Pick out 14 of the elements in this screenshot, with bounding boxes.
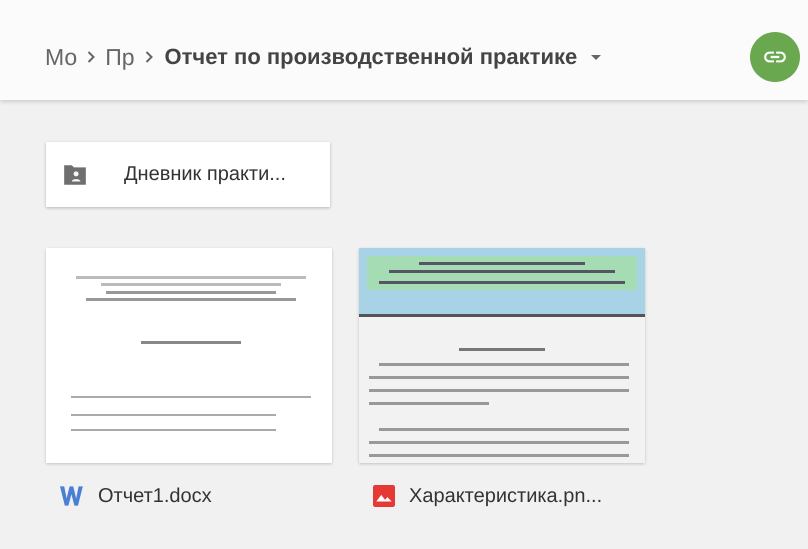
folder-card[interactable]: Дневник практи...: [46, 142, 330, 207]
file-name[interactable]: Характеристика.pn...: [409, 484, 602, 508]
folder-icon: [62, 164, 88, 186]
breadcrumb-link[interactable]: Мо: [45, 44, 78, 70]
folder-name: Дневник практи...: [124, 163, 286, 186]
dropdown-caret-icon[interactable]: [591, 54, 602, 60]
file-name[interactable]: Отчет1.docx: [98, 484, 212, 508]
word-document-icon: [60, 486, 84, 506]
image-file-icon: [373, 485, 395, 507]
chevron-right-icon: [87, 51, 96, 63]
chevron-right-icon: [144, 51, 153, 63]
breadcrumb-link[interactable]: Пр: [105, 44, 135, 70]
share-link-button[interactable]: [750, 32, 800, 82]
current-folder-title: Отчет по производственной практике: [164, 44, 578, 70]
